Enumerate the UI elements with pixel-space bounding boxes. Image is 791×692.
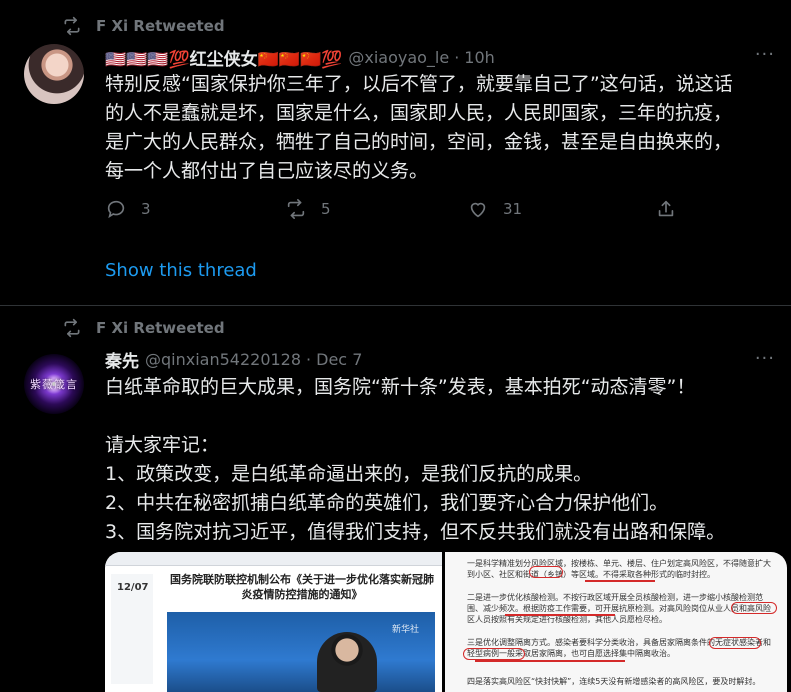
tweet-actions: 3 5 31 [105,198,685,222]
red-underline-annotation [475,660,625,662]
document-paragraph: 四是落实高风险区“快封快解”，连续5天没有新增感染者的高风险区，要及时解封。 [467,677,761,686]
like-button[interactable]: 31 [467,198,522,220]
display-name[interactable]: 🇺🇸🇺🇸🇺🇸💯红尘侠女🇨🇳🇨🇳🇨🇳💯 [105,45,342,70]
timestamp[interactable]: Dec 7 [316,350,362,369]
retweet-context: F Xi Retweeted [62,318,225,338]
press-conference-photo: 新华社 [167,612,435,692]
share-icon [658,200,674,217]
red-circle-annotation [463,648,525,660]
retweet-button[interactable]: 5 [285,198,331,220]
display-name[interactable]: 秦先 [105,347,139,372]
news-logo: 新华社 [392,625,420,635]
like-icon [470,202,486,218]
tweet-text: 特别反感“国家保护你三年了，以后不管了，就要靠自己了”这句话，说这话 的人不是蠢… [105,73,733,182]
tweet-text: 白纸革命取的巨大成果，国务院“新十条”发表，基本拍死“动态清零”！ 请大家牢记：… [105,376,726,543]
retweet-icon [64,318,80,338]
more-icon[interactable]: ··· [755,44,775,65]
retweeted-by-label[interactable]: F Xi Retweeted [96,319,225,337]
share-button[interactable] [655,198,677,220]
more-icon[interactable]: ··· [755,348,775,369]
reply-button[interactable]: 3 [105,198,151,220]
retweeted-by-label[interactable]: F Xi Retweeted [96,17,225,35]
user-handle[interactable]: @xiaoyao_le [348,48,449,67]
tweet-media[interactable]: 12/07 国务院联防联控机制公布《关于进一步优化落实新冠肺炎疫情防控措施的通知… [105,552,787,692]
timestamp[interactable]: 10h [464,48,495,67]
media-image-left[interactable]: 12/07 国务院联防联控机制公布《关于进一步优化落实新冠肺炎疫情防控措施的通知… [105,552,442,692]
separator: · [454,48,460,67]
retweet-icon [287,199,305,219]
red-underline-annotation [585,580,655,582]
document-paragraph: 一是科学精准划分风险区域，按楼栋、单元、楼层、住户划定高风险区，不得随意扩大到小… [467,559,771,579]
retweet-context: F Xi Retweeted [62,16,225,36]
red-circle-annotation [709,637,761,649]
retweet-icon [64,16,80,36]
tweet[interactable]: F Xi Retweeted 🇺🇸🇺🇸🇺🇸💯红尘侠女🇨🇳🇨🇳🇨🇳💯 @xiaoy… [0,0,791,305]
red-circle-annotation [529,566,563,578]
user-handle[interactable]: @qinxian54220128 [145,350,301,369]
like-count: 31 [503,200,523,218]
avatar[interactable] [24,44,84,104]
retweet-count: 5 [321,200,331,218]
speaker-figure [317,632,377,692]
avatar-text: 紫薇箴言 [30,378,78,391]
screenshot-topbar [105,552,442,566]
tweet-header: 秦先 @qinxian54220128 · Dec 7 [105,347,362,372]
avatar[interactable]: 紫薇箴言 [24,354,84,414]
red-underline-annotation [505,614,615,616]
media-image-right[interactable]: 一是科学精准划分风险区域，按楼栋、单元、楼层、住户划定高风险区，不得随意扩大到小… [445,552,787,692]
reply-count: 3 [141,200,151,218]
tweet-header: 🇺🇸🇺🇸🇺🇸💯红尘侠女🇨🇳🇨🇳🇨🇳💯 @xiaoyao_le · 10h [105,45,495,70]
screenshot-date: 12/07 [117,582,149,593]
show-thread-link[interactable]: Show this thread [105,260,257,281]
red-circle-annotation [731,602,777,614]
separator: · [306,350,312,369]
reply-icon [107,200,125,219]
screenshot-headline: 国务院联防联控机制公布《关于进一步优化落实新冠肺炎疫情防控措施的通知》 [170,573,434,601]
